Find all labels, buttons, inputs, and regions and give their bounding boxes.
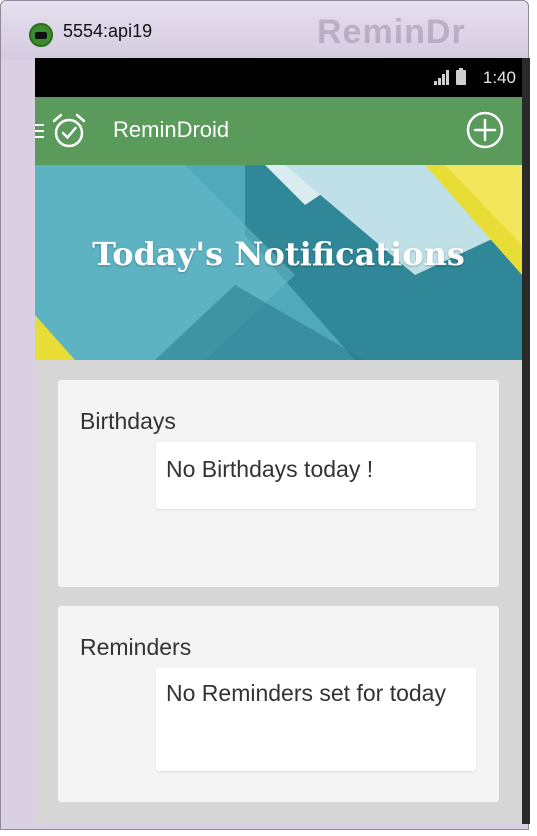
window-title: 5554:api19 <box>63 21 153 41</box>
birthdays-heading: Birthdays <box>80 408 176 434</box>
app-bar: ReminDroid <box>35 97 522 165</box>
status-icons <box>434 68 466 85</box>
emulator-side-strip <box>522 58 530 824</box>
signal-icon <box>434 70 450 85</box>
hero-title: Today's Notifications <box>92 235 465 273</box>
reminders-heading: Reminders <box>80 634 192 660</box>
battery-icon <box>456 68 466 85</box>
hamburger-icon[interactable] <box>35 124 44 138</box>
reminders-card: Reminders No Reminders set for today <box>58 606 499 802</box>
device-screen: 1:40 ReminDroid Today's Notifications Bi… <box>35 58 522 824</box>
birthdays-card: Birthdays No Birthdays today ! <box>58 380 499 587</box>
alarm-clock-icon[interactable] <box>50 112 88 150</box>
window-title-background-text: ReminDr <box>317 13 466 51</box>
app-title: ReminDroid <box>113 117 230 142</box>
status-bar: 1:40 <box>35 58 522 97</box>
birthdays-message: No Birthdays today ! <box>156 442 476 509</box>
reminders-message: No Reminders set for today <box>156 668 476 771</box>
hero-banner: Today's Notifications <box>35 165 522 360</box>
add-button[interactable] <box>465 110 505 150</box>
status-clock: 1:40 <box>482 68 516 87</box>
window-titlebar: 5554:api19 ReminDr <box>1 1 528 59</box>
emulator-icon <box>29 23 53 47</box>
